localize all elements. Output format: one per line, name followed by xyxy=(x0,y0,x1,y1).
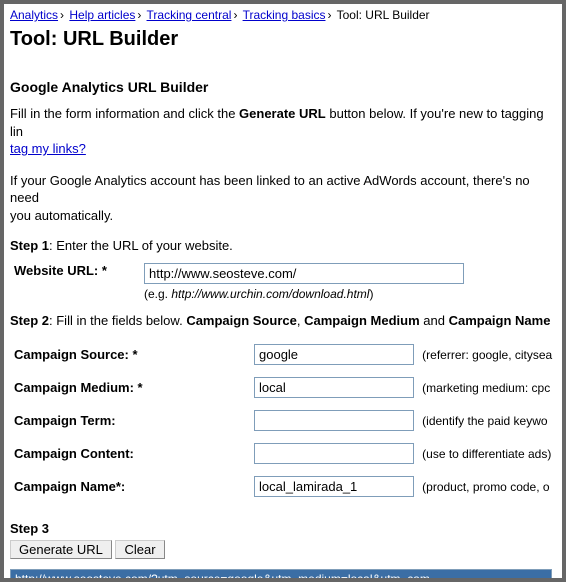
campaign-content-input[interactable] xyxy=(254,443,414,464)
crumb-current: Tool: URL Builder xyxy=(337,8,430,22)
intro-paragraph-2: If your Google Analytics account has bee… xyxy=(10,172,556,225)
campaign-medium-hint: (marketing medium: cpc xyxy=(422,371,560,404)
crumb-help[interactable]: Help articles xyxy=(69,8,135,22)
campaign-source-hint: (referrer: google, citysea xyxy=(422,338,560,371)
intro-paragraph-1: Fill in the form information and click t… xyxy=(10,105,556,158)
campaign-name-label: Campaign Name*: xyxy=(14,470,254,503)
campaign-content-label: Campaign Content: xyxy=(14,437,254,470)
campaign-term-input[interactable] xyxy=(254,410,414,431)
row-campaign-source: Campaign Source: * (referrer: google, ci… xyxy=(14,338,560,371)
campaign-name-input[interactable] xyxy=(254,476,414,497)
generate-url-button[interactable]: Generate URL xyxy=(10,540,112,559)
website-url-label: Website URL: * xyxy=(14,263,144,278)
campaign-medium-label: Campaign Medium: * xyxy=(14,371,254,404)
clear-button[interactable]: Clear xyxy=(115,540,164,559)
row-campaign-name: Campaign Name*: (product, promo code, o xyxy=(14,470,560,503)
step-1-heading: Step 1: Enter the URL of your website. xyxy=(10,238,556,253)
tag-links-link[interactable]: tag my links? xyxy=(10,141,86,156)
campaign-term-label: Campaign Term: xyxy=(14,404,254,437)
website-url-example: (e.g. http://www.urchin.com/download.htm… xyxy=(144,287,556,301)
row-campaign-content: Campaign Content: (use to differentiate … xyxy=(14,437,560,470)
crumb-analytics[interactable]: Analytics xyxy=(10,8,58,22)
row-campaign-term: Campaign Term: (identify the paid keywo xyxy=(14,404,560,437)
row-campaign-medium: Campaign Medium: * (marketing medium: cp… xyxy=(14,371,560,404)
campaign-source-label: Campaign Source: * xyxy=(14,338,254,371)
crumb-tracking-central[interactable]: Tracking central xyxy=(147,8,232,22)
campaign-term-hint: (identify the paid keywo xyxy=(422,404,560,437)
campaign-content-hint: (use to differentiate ads) xyxy=(422,437,560,470)
page-title: Tool: URL Builder xyxy=(10,28,556,51)
campaign-medium-input[interactable] xyxy=(254,377,414,398)
website-url-input[interactable] xyxy=(144,263,464,284)
campaign-source-input[interactable] xyxy=(254,344,414,365)
crumb-tracking-basics[interactable]: Tracking basics xyxy=(243,8,326,22)
section-subtitle: Google Analytics URL Builder xyxy=(10,79,556,95)
result-url-output[interactable] xyxy=(10,569,552,582)
step-3-heading: Step 3 xyxy=(10,521,556,536)
step-2-heading: Step 2: Fill in the fields below. Campai… xyxy=(10,313,556,328)
campaign-name-hint: (product, promo code, o xyxy=(422,470,560,503)
breadcrumb: Analytics› Help articles› Tracking centr… xyxy=(10,8,556,22)
